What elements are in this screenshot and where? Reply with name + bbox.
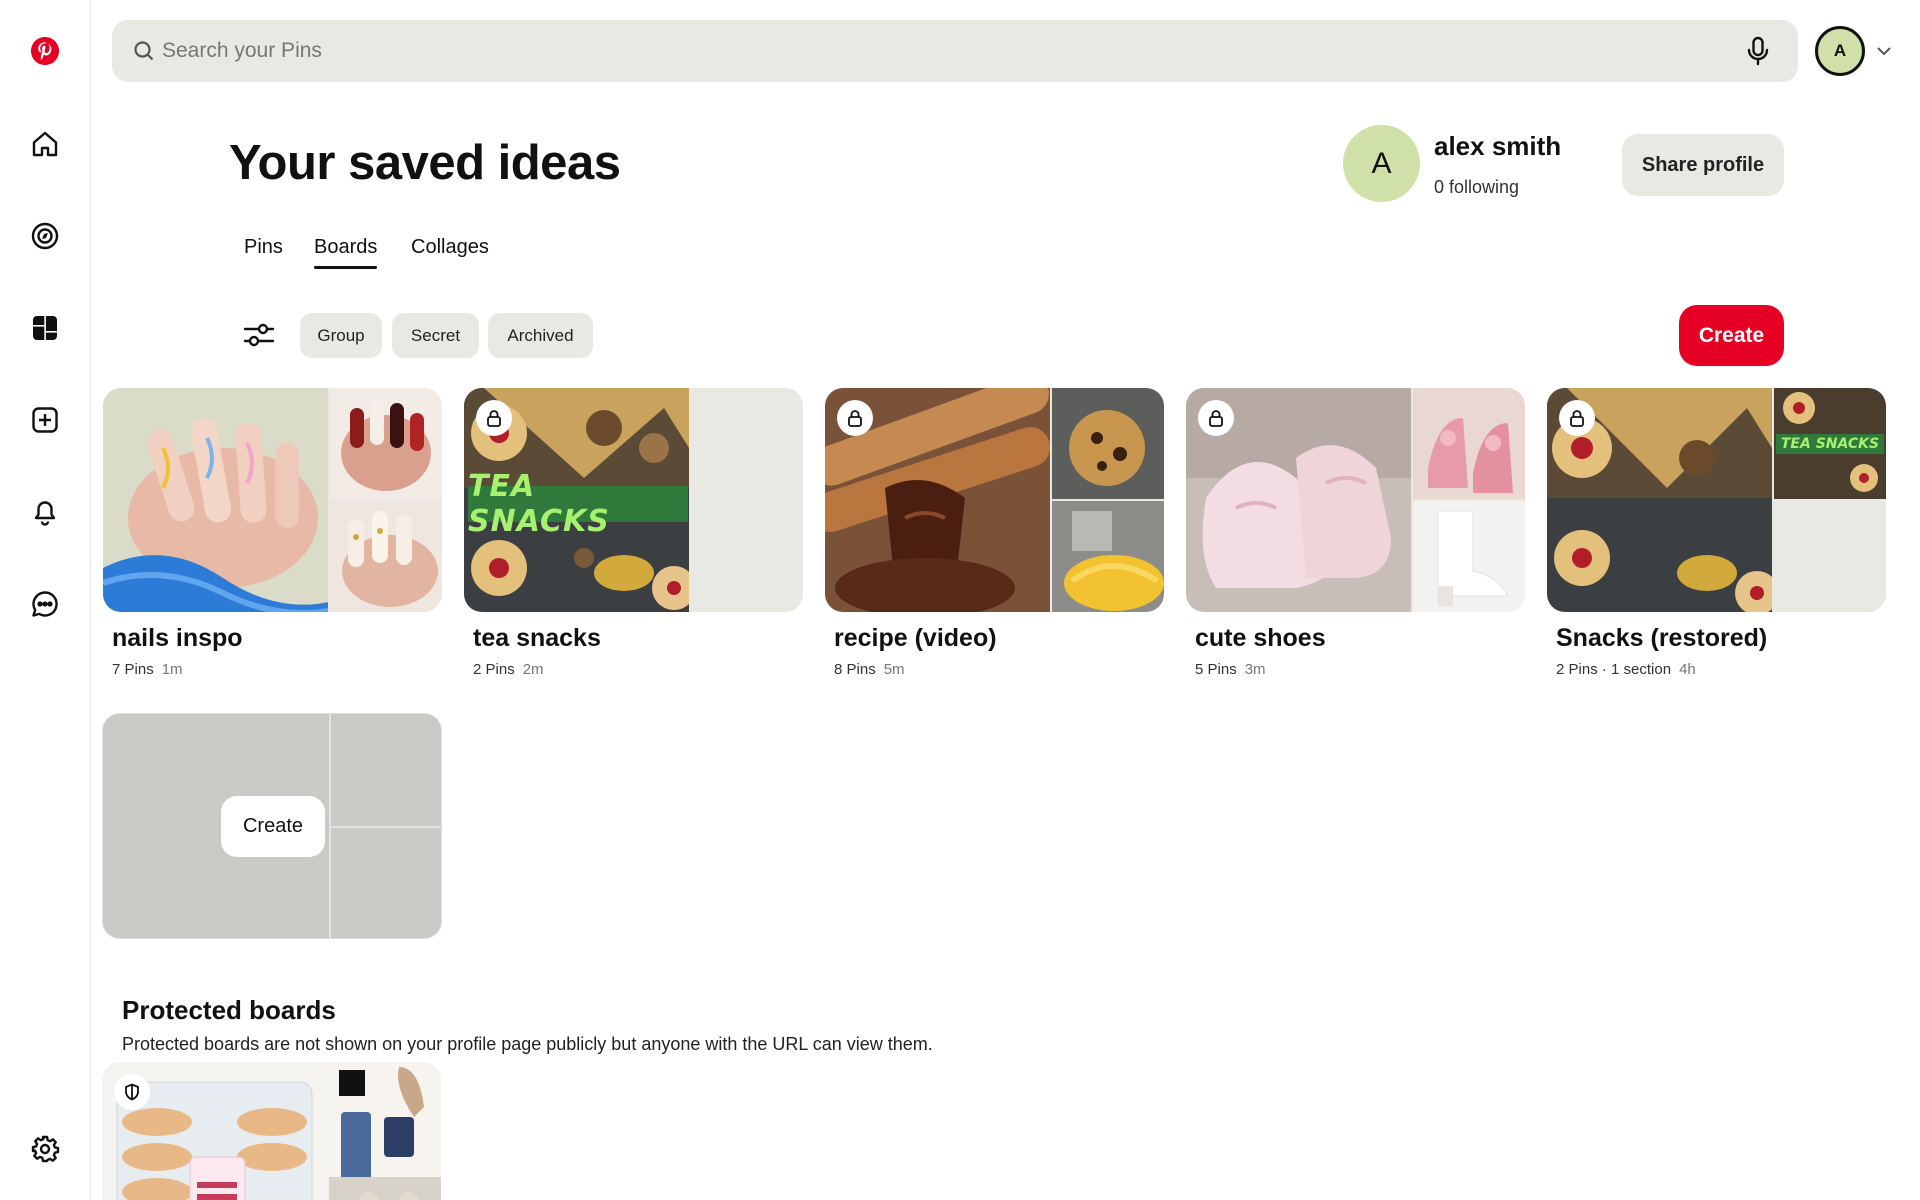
- board-cover[interactable]: [103, 388, 442, 612]
- board-age: 5m: [883, 661, 905, 678]
- divider: [329, 826, 441, 828]
- board-cover[interactable]: TEA SNACKS: [464, 388, 803, 612]
- search-icon: [134, 41, 154, 61]
- settings-icon[interactable]: [21, 1125, 69, 1173]
- board-title[interactable]: recipe (video): [825, 624, 1164, 653]
- create-button[interactable]: Create: [1679, 305, 1784, 366]
- lock-icon: [476, 400, 512, 436]
- messages-icon[interactable]: [21, 580, 69, 628]
- filter-icon[interactable]: [242, 318, 276, 352]
- boards-svg: [33, 316, 57, 340]
- board-cover[interactable]: TEA SNACKS: [1547, 388, 1886, 612]
- board-pin-count: 2 Pins: [473, 661, 515, 678]
- white-boots-image: [1413, 501, 1525, 612]
- filter-chip-group[interactable]: Group: [300, 313, 382, 358]
- almond-nails-image: [330, 501, 442, 612]
- pink-sandals-image: [1413, 388, 1525, 499]
- explore-icon[interactable]: [21, 212, 69, 260]
- nails-photo-image: [103, 388, 328, 612]
- profile-name[interactable]: alex smith: [1434, 131, 1561, 162]
- board-title[interactable]: Snacks (restored): [1547, 624, 1886, 653]
- board-title[interactable]: tea snacks: [464, 624, 803, 653]
- protected-board-card[interactable]: [102, 1062, 441, 1200]
- pinterest-logo-icon[interactable]: [21, 27, 69, 75]
- board-pin-count: 8 Pins: [834, 661, 876, 678]
- chat-svg: [32, 591, 58, 617]
- board-meta: 2 Pins · 1 section 4h: [1547, 661, 1886, 678]
- board-pin-count: 5 Pins: [1195, 661, 1237, 678]
- filter-chip-secret[interactable]: Secret: [392, 313, 479, 358]
- notifications-icon[interactable]: [21, 488, 69, 536]
- pinterest-logo-svg: [30, 36, 60, 66]
- lock-icon: [837, 400, 873, 436]
- board-title[interactable]: nails inspo: [103, 624, 442, 653]
- board-card[interactable]: nails inspo 7 Pins 1m: [103, 388, 442, 678]
- page-title: Your saved ideas: [229, 136, 621, 190]
- cover-text-tea-snacks: TEA SNACKS: [1776, 434, 1884, 454]
- board-cover[interactable]: [1186, 388, 1525, 612]
- create-board-button[interactable]: Create: [221, 796, 325, 857]
- tab-collages[interactable]: Collages: [411, 236, 489, 259]
- cover-text-tea-snacks: TEA SNACKS: [468, 469, 688, 539]
- board-pin-count: 7 Pins: [112, 661, 154, 678]
- board-card[interactable]: TEA SNACKS Snacks (restored) 2 Pins · 1 …: [1547, 388, 1886, 678]
- board-meta: 8 Pins 5m: [825, 661, 1164, 678]
- empty-tile: [691, 501, 803, 612]
- share-profile-button[interactable]: Share profile: [1622, 134, 1784, 196]
- search-bar[interactable]: [112, 20, 1798, 82]
- board-card[interactable]: cute shoes 5 Pins 3m: [1186, 388, 1525, 678]
- board-card[interactable]: TEA SNACKS tea snacks 2 Pins 2m: [464, 388, 803, 678]
- create-svg: [32, 407, 58, 433]
- bell-svg: [34, 501, 56, 526]
- microphone-icon[interactable]: [1742, 35, 1774, 67]
- board-meta: 2 Pins 2m: [464, 661, 803, 678]
- empty-tile: [691, 388, 803, 499]
- search-input[interactable]: [162, 20, 1662, 82]
- profile-avatar[interactable]: A: [1343, 125, 1420, 202]
- boards-icon[interactable]: [21, 304, 69, 352]
- board-meta: 7 Pins 1m: [103, 661, 442, 678]
- board-age: 4h: [1679, 661, 1696, 678]
- custard-image: [1052, 501, 1164, 612]
- board-pin-count: 2 Pins · 1 section: [1556, 661, 1672, 678]
- board-cover[interactable]: [825, 388, 1164, 612]
- board-age: 3m: [1244, 661, 1266, 678]
- outfit-collage-image: [329, 1062, 441, 1200]
- gear-svg: [31, 1135, 60, 1163]
- tab-boards[interactable]: Boards: [314, 236, 378, 269]
- following-count[interactable]: 0 following: [1434, 177, 1519, 198]
- home-icon[interactable]: [21, 120, 69, 168]
- empty-tile: [1774, 501, 1886, 612]
- board-title[interactable]: cute shoes: [1186, 624, 1525, 653]
- lock-icon: [1559, 400, 1595, 436]
- protected-boards-heading: Protected boards: [122, 995, 336, 1025]
- sidebar: [0, 0, 91, 1200]
- board-age: 2m: [522, 661, 544, 678]
- home-svg: [32, 131, 58, 157]
- red-nails-image: [330, 388, 442, 499]
- board-age: 1m: [161, 661, 183, 678]
- lock-icon: [1198, 400, 1234, 436]
- filter-chip-archived[interactable]: Archived: [488, 313, 593, 358]
- new-board-card[interactable]: Create: [102, 713, 442, 939]
- explore-svg: [31, 222, 59, 250]
- create-icon[interactable]: [21, 396, 69, 444]
- account-avatar[interactable]: A: [1815, 26, 1865, 76]
- chevron-down-icon[interactable]: [1873, 40, 1895, 62]
- board-meta: 5 Pins 3m: [1186, 661, 1525, 678]
- protected-boards-description: Protected boards are not shown on your p…: [122, 1034, 933, 1054]
- shield-icon: [114, 1074, 150, 1110]
- board-card[interactable]: recipe (video) 8 Pins 5m: [825, 388, 1164, 678]
- tab-pins[interactable]: Pins: [244, 236, 283, 259]
- cookies-image: [1052, 388, 1164, 499]
